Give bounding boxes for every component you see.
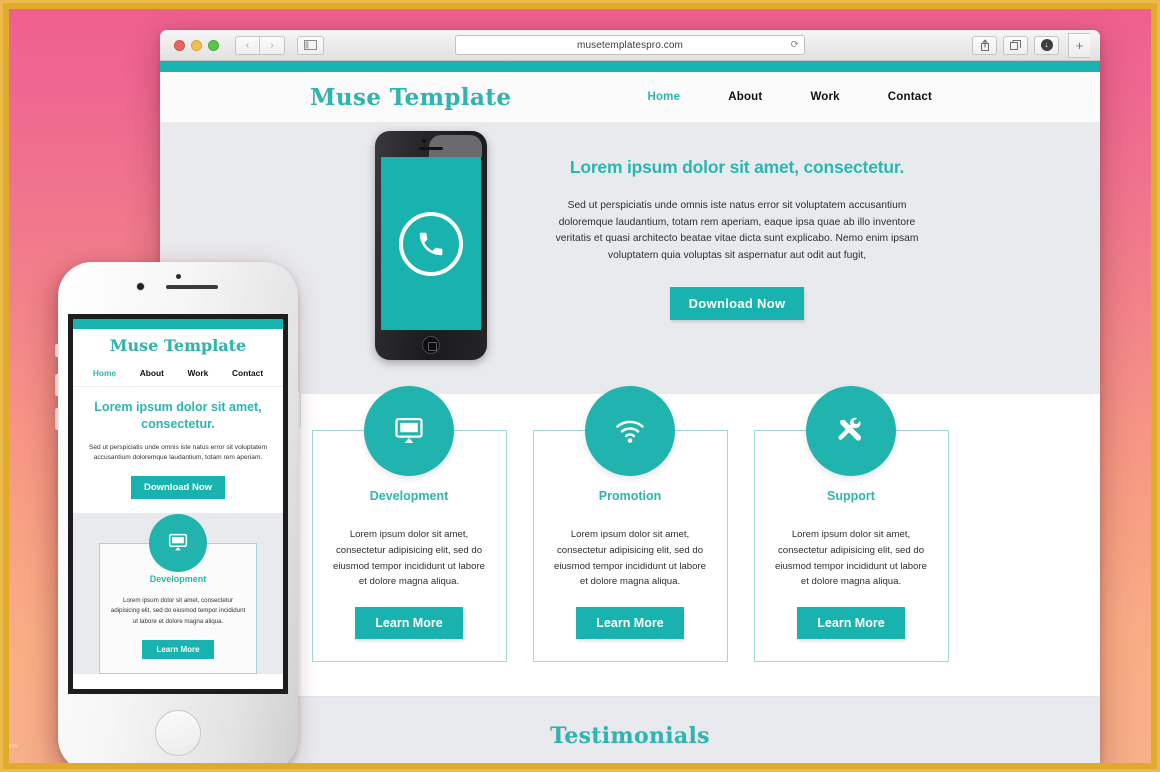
- feature-title: Promotion: [598, 489, 662, 503]
- mobile-feature-title: Development: [149, 573, 207, 584]
- monitor-glyph: [168, 534, 188, 551]
- sidebar-glyph: [304, 40, 317, 50]
- hero-content: Lorem ipsum dolor sit amet, consectetur.…: [552, 123, 922, 320]
- earpiece-speaker: [419, 147, 443, 150]
- mute-switch: [55, 344, 59, 357]
- iphone6-white-device: Muse Template Home About Work Contact Lo…: [55, 262, 301, 772]
- mobile-download-now-button[interactable]: Download Now: [130, 475, 226, 499]
- browser-toolbar: ‹ › musetemplatespro.com ⟳ ↓ +: [160, 30, 1100, 61]
- wifi-glyph: [616, 420, 644, 443]
- feature-body: Lorem ipsum dolor sit amet, consectetur …: [333, 529, 485, 588]
- tools-glyph: [838, 417, 862, 441]
- learn-more-button[interactable]: Learn More: [576, 607, 684, 639]
- toolbar-right-group: ↓ +: [972, 32, 1092, 58]
- url-text: musetemplatespro.com: [577, 39, 683, 51]
- tabs-glyph: [1010, 39, 1021, 50]
- site-header: Muse Template Home About Work Contact: [160, 72, 1100, 123]
- new-tab-button[interactable]: +: [1068, 32, 1090, 58]
- browser-window: ‹ › musetemplatespro.com ⟳ ↓ + Muse Temp…: [160, 30, 1100, 772]
- mobile-hero-body: Sed ut perspiciatis unde omnis iste natu…: [88, 443, 268, 462]
- mobile-site-logo: Muse Template: [109, 336, 247, 355]
- hero-phone-mockup: [375, 131, 487, 360]
- share-icon[interactable]: [972, 35, 997, 55]
- feature-title: Support: [827, 489, 875, 503]
- feature-card-development: Development Lorem ipsum dolor sit amet, …: [311, 386, 507, 662]
- feature-card-promotion: Promotion Lorem ipsum dolor sit amet, co…: [532, 386, 728, 662]
- nav-item-home[interactable]: Home: [647, 91, 680, 103]
- mobile-feature-body: Lorem ipsum dolor sit amet, consectetur …: [110, 596, 246, 625]
- mobile-features-section: Development Lorem ipsum dolor sit amet, …: [73, 512, 283, 675]
- share-glyph: [980, 39, 989, 51]
- mobile-nav-item-work[interactable]: Work: [188, 368, 209, 378]
- hero-body-text: Sed ut perspiciatis unde omnis iste natu…: [555, 200, 919, 262]
- learn-more-button[interactable]: Learn More: [797, 607, 905, 639]
- learn-more-button[interactable]: Learn More: [355, 607, 463, 639]
- feature-title: Development: [369, 489, 449, 503]
- power-button: [297, 392, 301, 428]
- front-camera-icon: [422, 139, 426, 143]
- phone-handset-glyph: [419, 232, 443, 255]
- window-traffic-lights: [174, 39, 219, 51]
- phone-call-icon: [399, 211, 463, 276]
- tabs-icon[interactable]: [1003, 35, 1028, 55]
- mobile-nav: Home About Work Contact: [73, 361, 283, 387]
- mobile-screen: Muse Template Home About Work Contact Lo…: [68, 314, 288, 694]
- tools-wrench-screwdriver-icon: [806, 386, 896, 476]
- download-glyph: ↓: [1040, 39, 1053, 51]
- mobile-feature-card-development: Development Lorem ipsum dolor sit amet, …: [99, 513, 257, 675]
- testimonials-section: Testimonials: [160, 696, 1100, 772]
- testimonials-title: Testimonials: [550, 722, 710, 749]
- iphone5-screen: [381, 157, 481, 330]
- hero-title: Lorem ipsum dolor sit amet, consectetur.: [569, 157, 905, 177]
- hero-section: Lorem ipsum dolor sit amet, consectetur.…: [160, 123, 1100, 394]
- webpage-viewport: Muse Template Home About Work Contact Lo…: [160, 61, 1100, 772]
- wifi-icon: [585, 386, 675, 476]
- back-icon[interactable]: ‹: [235, 35, 260, 55]
- feature-card-support: Support Lorem ipsum dolor sit amet, cons…: [753, 386, 949, 662]
- volume-up-button: [55, 374, 59, 396]
- close-window-button[interactable]: [174, 39, 185, 51]
- proximity-sensor: [176, 274, 181, 279]
- mobile-nav-item-contact[interactable]: Contact: [232, 368, 263, 378]
- mobile-hero-title: Lorem ipsum dolor sit amet, consectetur.: [94, 400, 262, 431]
- mobile-top-stripe: [73, 319, 283, 329]
- sidebar-icon[interactable]: [297, 35, 324, 55]
- features-section: Development Lorem ipsum dolor sit amet, …: [160, 386, 1100, 696]
- monitor-glyph: [395, 418, 423, 443]
- site-top-stripe: [160, 61, 1100, 72]
- watermark-text: www: [2, 743, 19, 750]
- download-now-button[interactable]: Download Now: [669, 286, 805, 320]
- nav-item-work[interactable]: Work: [810, 91, 839, 103]
- iphone5-black-device: [375, 131, 487, 360]
- nav-item-contact[interactable]: Contact: [888, 91, 932, 103]
- address-bar[interactable]: musetemplatespro.com ⟳: [455, 35, 805, 55]
- front-camera-icon: [137, 283, 144, 290]
- mobile-nav-item-about[interactable]: About: [140, 368, 164, 378]
- mobile-hero-section: Lorem ipsum dolor sit amet, consectetur.…: [73, 387, 283, 513]
- home-button[interactable]: [155, 710, 201, 756]
- desktop-monitor-icon: [364, 386, 454, 476]
- mobile-phone-mockup: Muse Template Home About Work Contact Lo…: [55, 262, 301, 772]
- site-nav: Home About Work Contact: [647, 91, 932, 103]
- site-logo: Muse Template: [310, 83, 512, 111]
- nav-item-about[interactable]: About: [728, 91, 762, 103]
- home-button: [422, 336, 440, 354]
- earpiece-speaker: [166, 285, 218, 289]
- mobile-nav-item-home[interactable]: Home: [93, 368, 116, 378]
- download-icon[interactable]: ↓: [1034, 35, 1059, 55]
- reload-icon[interactable]: ⟳: [791, 40, 799, 51]
- minimize-window-button[interactable]: [191, 39, 202, 51]
- forward-icon[interactable]: ›: [260, 35, 285, 55]
- zoom-window-button[interactable]: [208, 39, 219, 51]
- volume-down-button: [55, 408, 59, 430]
- mobile-learn-more-button[interactable]: Learn More: [142, 640, 214, 660]
- history-nav-group: ‹ ›: [235, 35, 285, 55]
- feature-body: Lorem ipsum dolor sit amet, consectetur …: [775, 529, 927, 588]
- desktop-monitor-icon: [149, 513, 207, 572]
- feature-body: Lorem ipsum dolor sit amet, consectetur …: [554, 529, 706, 588]
- mobile-header: Muse Template: [73, 329, 283, 361]
